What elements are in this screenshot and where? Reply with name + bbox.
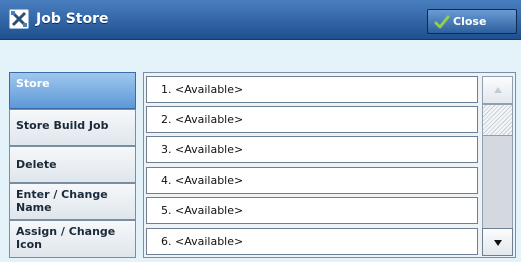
sidebar-item-label: Store Build Job (16, 119, 109, 132)
list-item-label: 4. <Available> (161, 174, 244, 187)
scroll-down-arrow-icon (494, 240, 502, 246)
sidebar-item-assign-change-icon[interactable]: Assign / Change Icon (9, 220, 136, 258)
scroll-down-button[interactable] (482, 228, 513, 256)
list-item[interactable]: 2. <Available> (146, 106, 478, 133)
list-item[interactable]: 1. <Available> (146, 76, 478, 103)
scrollbar-thumb[interactable] (482, 104, 513, 136)
sidebar-item-enter-change-name[interactable]: Enter / Change Name (9, 183, 136, 220)
checkmark-icon (434, 15, 450, 29)
sidebar-item-label: Enter / Change Name (16, 188, 108, 214)
list-item-label: 5. <Available> (161, 204, 244, 217)
list-item-label: 3. <Available> (161, 143, 244, 156)
sidebar-item-label: Store (16, 77, 50, 90)
sidebar-item-store[interactable]: Store (9, 72, 136, 109)
sidebar-item-label: Assign / Change Icon (16, 225, 116, 251)
scroll-up-button[interactable] (482, 76, 513, 104)
job-store-icon (9, 9, 29, 29)
list-item-label: 6. <Available> (161, 235, 244, 248)
sidebar-item-store-build-job[interactable]: Store Build Job (9, 109, 136, 146)
list-item[interactable]: 4. <Available> (146, 167, 478, 194)
list-item-label: 1. <Available> (161, 83, 244, 96)
title-bar: Job Store Close (0, 0, 521, 40)
sidebar-item-delete[interactable]: Delete (9, 146, 136, 183)
window-title: Job Store (36, 11, 109, 27)
close-button-label: Close (453, 15, 487, 28)
list-item-label: 2. <Available> (161, 113, 244, 126)
list-item[interactable]: 3. <Available> (146, 136, 478, 163)
scroll-up-arrow-icon (494, 87, 502, 93)
list-item[interactable]: 6. <Available> (146, 228, 478, 255)
close-button[interactable]: Close (427, 9, 517, 34)
list-item[interactable]: 5. <Available> (146, 197, 478, 224)
sidebar-item-label: Delete (16, 158, 57, 171)
